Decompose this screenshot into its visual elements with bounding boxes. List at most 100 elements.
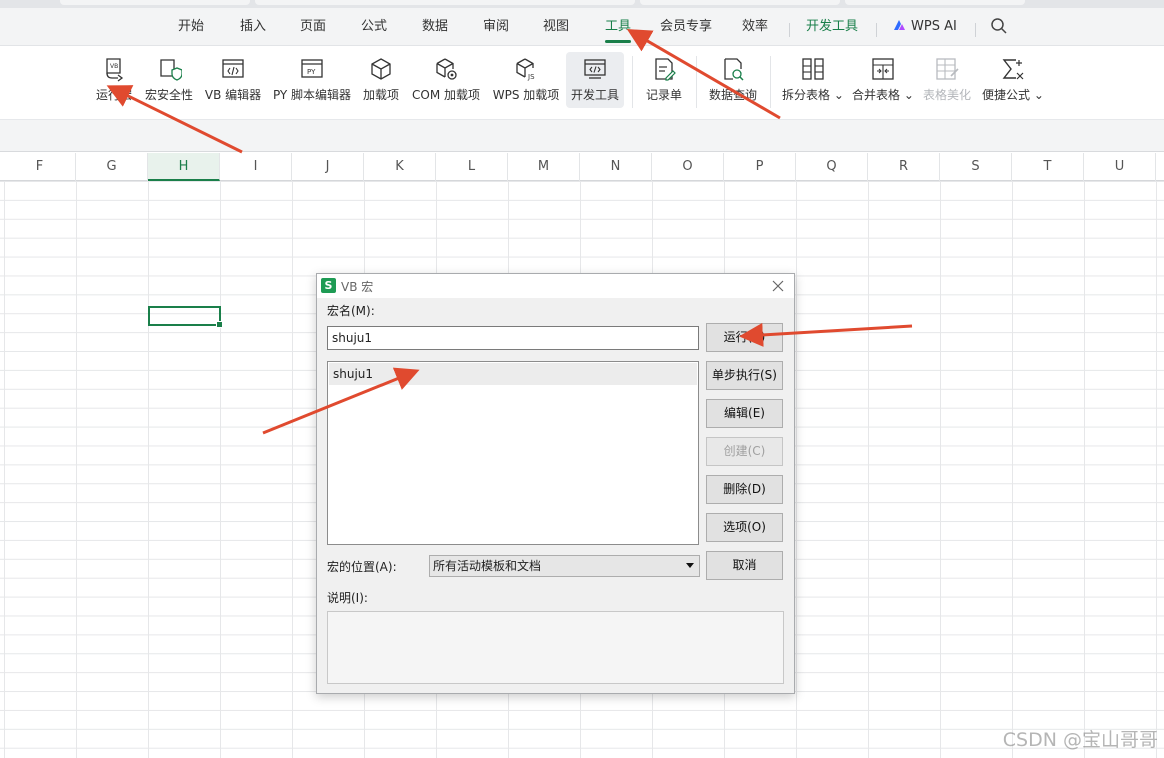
menu-dev-tools[interactable]: 开发工具 <box>806 16 858 38</box>
menu-member[interactable]: 会员专享 <box>660 16 712 38</box>
run-macro-button[interactable]: VB 运行宏 <box>94 52 134 108</box>
com-addins-icon <box>436 58 457 80</box>
dialog-titlebar[interactable]: S VB 宏 <box>317 274 794 298</box>
column-header-cell[interactable]: N <box>580 153 652 181</box>
column-header-cell[interactable]: P <box>724 153 796 181</box>
column-header-cell[interactable]: M <box>508 153 580 181</box>
split-table-icon <box>802 58 824 80</box>
search-icon <box>991 18 1007 34</box>
edit-button[interactable]: 编辑(E) <box>706 399 783 428</box>
column-header-cell[interactable]: Q <box>796 153 868 181</box>
formula-bar-area <box>0 120 1164 152</box>
cube-icon <box>371 58 391 80</box>
menu-efficiency[interactable]: 效率 <box>742 16 768 38</box>
addins-button[interactable]: 加载项 <box>360 52 402 108</box>
dev-tools-button[interactable]: 开发工具 <box>566 52 624 108</box>
merge-table-button[interactable]: 合并表格 ⌄ <box>852 52 914 108</box>
merge-table-text: 合并表格 <box>852 88 901 102</box>
wps-ai-logo-icon <box>894 20 905 30</box>
vb-macro-dialog: S VB 宏 宏名(M): shuju1 shuju1 运行(R) 单步执行(S… <box>316 273 795 694</box>
record-form-button[interactable]: 记录单 <box>640 52 688 108</box>
menu-separator <box>876 23 877 37</box>
vb-editor-button[interactable]: VB 编辑器 <box>203 52 263 108</box>
svg-text:PY: PY <box>307 68 316 76</box>
run-macro-label: 运行宏 <box>95 88 132 102</box>
vb-editor-label: VB 编辑器 <box>204 88 262 102</box>
step-into-button[interactable]: 单步执行(S) <box>706 361 783 390</box>
macro-security-label: 宏安全性 <box>144 88 193 102</box>
menu-tools[interactable]: 工具 <box>605 16 632 43</box>
column-header-cell[interactable]: U <box>1084 153 1156 181</box>
run-button[interactable]: 运行(R) <box>706 323 783 352</box>
column-header-cell-selected[interactable]: H <box>148 153 220 181</box>
quick-formula-button[interactable]: 便捷公式 ⌄ <box>982 52 1044 108</box>
column-header-cell[interactable]: O <box>652 153 724 181</box>
menu-formula[interactable]: 公式 <box>361 16 387 38</box>
macro-list[interactable]: shuju1 <box>327 361 699 545</box>
macro-name-input[interactable]: shuju1 <box>327 326 699 350</box>
column-header-cell[interactable]: J <box>292 153 364 181</box>
column-header-cell[interactable]: R <box>868 153 940 181</box>
description-box <box>327 611 784 684</box>
macro-security-icon <box>160 59 182 81</box>
quick-formula-label: 便捷公式 ⌄ <box>982 88 1044 102</box>
menu-page[interactable]: 页面 <box>300 16 326 38</box>
com-addins-label: COM 加载项 <box>412 88 480 102</box>
py-editor-button[interactable]: PY PY 脚本编辑器 <box>271 52 353 108</box>
sigma-icon <box>1002 59 1024 80</box>
table-beautify-button[interactable]: 表格美化 <box>920 52 974 108</box>
wps-addins-button[interactable]: JS WPS 加载项 <box>490 52 562 108</box>
ribbon-separator <box>696 56 697 108</box>
ribbon-separator <box>770 56 771 108</box>
options-button[interactable]: 选项(O) <box>706 513 783 542</box>
cancel-button[interactable]: 取消 <box>706 551 783 580</box>
active-cell[interactable] <box>148 306 223 328</box>
column-header-cell[interactable]: I <box>220 153 292 181</box>
record-form-label: 记录单 <box>645 88 682 102</box>
column-header-cell[interactable]: K <box>364 153 436 181</box>
window-tab[interactable] <box>60 0 250 5</box>
window-tab[interactable] <box>845 0 1025 5</box>
record-form-icon <box>655 58 676 81</box>
close-icon[interactable] <box>770 278 786 294</box>
menu-data[interactable]: 数据 <box>422 16 448 38</box>
column-header-cell[interactable]: G <box>76 153 148 181</box>
menu-view[interactable]: 视图 <box>543 16 569 38</box>
search-button[interactable] <box>990 17 1008 39</box>
column-header-cell[interactable]: S <box>940 153 1012 181</box>
svg-text:JS: JS <box>527 73 535 81</box>
addins-label: 加载项 <box>362 88 399 102</box>
dev-tools-icon <box>584 59 606 79</box>
quick-formula-text: 便捷公式 <box>982 88 1031 102</box>
macro-location-label: 宏的位置(A): <box>327 560 397 574</box>
wps-addins-icon: JS <box>516 58 535 81</box>
menu-separator <box>975 23 976 37</box>
macro-list-item[interactable]: shuju1 <box>329 363 697 385</box>
data-query-icon <box>724 58 744 81</box>
menu-review[interactable]: 审阅 <box>483 16 509 38</box>
split-table-text: 拆分表格 <box>782 88 831 102</box>
menu-bar: 开始 插入 页面 公式 数据 审阅 视图 工具 会员专享 效率 开发工具 WPS… <box>0 8 1164 46</box>
column-header-cell[interactable]: T <box>1012 153 1084 181</box>
macro-name-label: 宏名(M): <box>327 304 375 318</box>
menu-insert[interactable]: 插入 <box>240 16 266 38</box>
py-editor-icon: PY <box>301 59 323 78</box>
split-table-button[interactable]: 拆分表格 ⌄ <box>782 52 844 108</box>
create-button[interactable]: 创建(C) <box>706 437 783 466</box>
macro-security-button[interactable]: 宏安全性 <box>143 52 195 108</box>
macro-location-select[interactable]: 所有活动模板和文档 <box>429 555 700 577</box>
window-tab[interactable] <box>640 0 840 5</box>
dialog-title: VB 宏 <box>341 280 374 294</box>
menu-separator <box>789 23 790 37</box>
data-query-button[interactable]: 数据查询 <box>704 52 762 108</box>
column-header-cell[interactable]: L <box>436 153 508 181</box>
wps-ai-label: WPS AI <box>911 19 957 34</box>
macro-location-value: 所有活动模板和文档 <box>433 559 542 573</box>
window-tab[interactable] <box>255 0 635 5</box>
delete-button[interactable]: 删除(D) <box>706 475 783 504</box>
com-addins-button[interactable]: COM 加载项 <box>409 52 483 108</box>
wps-addins-label: WPS 加载项 <box>492 88 560 102</box>
menu-home[interactable]: 开始 <box>178 16 204 38</box>
menu-wps-ai[interactable]: WPS AI <box>893 16 957 38</box>
column-header-cell[interactable]: F <box>4 153 76 181</box>
